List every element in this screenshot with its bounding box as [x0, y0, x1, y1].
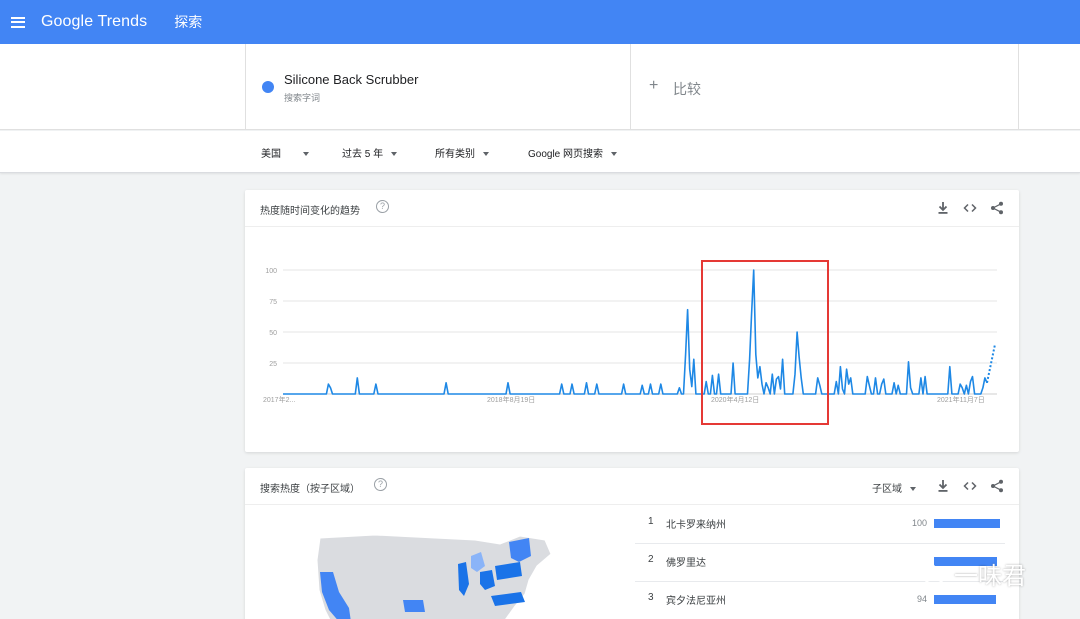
interest-by-subregion-card: 搜索热度（按子区域） ? 子区域 1 北卡罗来纳州 100 2 佛罗里达 3 宾…: [245, 468, 1019, 619]
trend-line-chart[interactable]: 25 50 75 100 2017年2... 2018年8月19日 2020年4月12日 20…: [245, 227, 1019, 452]
add-icon: +: [649, 77, 659, 94]
y-tick-label: 50: [269, 330, 277, 337]
chevron-down-icon: [611, 152, 618, 157]
menu-icon[interactable]: [11, 16, 25, 28]
category-filter-label: 所有类别: [435, 149, 475, 160]
card-title: 热度随时间变化的趋势: [260, 206, 360, 217]
subregion-score-bar: [934, 519, 1000, 528]
chevron-down-icon: [910, 487, 916, 492]
nav-explore-link[interactable]: 探索: [174, 12, 202, 32]
y-tick-label: 100: [265, 268, 277, 275]
subregion-name[interactable]: 佛罗里达: [666, 554, 706, 569]
google-trends-logo[interactable]: Google Trends: [41, 13, 147, 31]
x-tick-label: 2017年2...: [263, 395, 295, 404]
search-term-name: Silicone Back Scrubber: [284, 72, 419, 87]
download-icon[interactable]: [936, 201, 950, 215]
subregion-name[interactable]: 北卡罗来纳州: [666, 516, 726, 531]
chevron-down-icon: [303, 152, 309, 157]
search-term-card[interactable]: Silicone Back Scrubber 搜索字词: [245, 44, 631, 130]
x-tick-label: 2021年11月7日: [937, 395, 985, 404]
time-filter[interactable]: 过去 5 年: [342, 145, 398, 160]
chevron-down-icon: [391, 152, 398, 157]
search-term-subtitle: 搜索字词: [284, 93, 321, 103]
filter-bar: 美国 过去 5 年 所有类别 Google 网页搜索: [0, 131, 1080, 173]
help-icon[interactable]: ?: [374, 478, 387, 491]
subregion-row[interactable]: 3 宾夕法尼亚州 94: [635, 582, 1005, 619]
time-filter-label: 过去 5 年: [342, 149, 384, 160]
y-tick-label: 75: [269, 299, 277, 306]
region-filter[interactable]: 美国: [261, 145, 309, 160]
search-type-filter[interactable]: Google 网页搜索: [528, 145, 618, 160]
card-header: 热度随时间变化的趋势 ?: [245, 190, 1019, 227]
subregion-value: 100: [911, 518, 927, 528]
rank-number: 2: [648, 554, 654, 565]
subregion-select-label: 子区域: [872, 484, 902, 495]
term-color-dot: [262, 81, 274, 93]
subregion-row[interactable]: 1 北卡罗来纳州 100: [635, 506, 1005, 544]
share-icon[interactable]: [990, 201, 1004, 215]
embed-code-icon[interactable]: [963, 479, 977, 493]
compare-label: 比较: [673, 81, 701, 97]
subregion-select[interactable]: 子区域: [872, 480, 916, 495]
top-app-bar: Google Trends 探索: [0, 0, 1080, 44]
card-header: 搜索热度（按子区域） ? 子区域: [245, 468, 1019, 505]
download-icon[interactable]: [936, 479, 950, 493]
search-term-strip: Silicone Back Scrubber 搜索字词 + 比较: [0, 44, 1080, 130]
compare-card[interactable]: + 比较: [631, 44, 1019, 130]
embed-code-icon[interactable]: [963, 201, 977, 215]
subregion-name[interactable]: 宾夕法尼亚州: [666, 592, 726, 607]
x-tick-label: 2018年8月19日: [487, 395, 535, 404]
chevron-down-icon: [483, 152, 489, 157]
subregion-score-bar: [934, 557, 997, 566]
share-icon[interactable]: [990, 479, 1004, 493]
rank-number: 3: [648, 592, 654, 603]
subregion-value: 94: [916, 594, 927, 604]
card-title: 搜索热度（按子区域）: [260, 484, 360, 495]
region-filter-label: 美国: [261, 149, 281, 160]
us-subregion-map[interactable]: [315, 530, 555, 619]
x-tick-label: 2020年4月12日: [711, 395, 759, 404]
category-filter[interactable]: 所有类别: [435, 145, 489, 160]
rank-number: 1: [648, 516, 654, 527]
subregion-row[interactable]: 2 佛罗里达: [635, 544, 1005, 582]
region-texas[interactable]: [403, 600, 425, 612]
partial-data-line: [986, 344, 996, 384]
search-type-filter-label: Google 网页搜索: [528, 149, 604, 160]
interest-over-time-card: 热度随时间变化的趋势 ? 25 50 75 100 2017年2... 2018年8月19…: [245, 190, 1019, 452]
subregion-score-bar: [934, 595, 997, 604]
help-icon[interactable]: ?: [376, 200, 389, 213]
y-tick-label: 25: [269, 361, 277, 368]
